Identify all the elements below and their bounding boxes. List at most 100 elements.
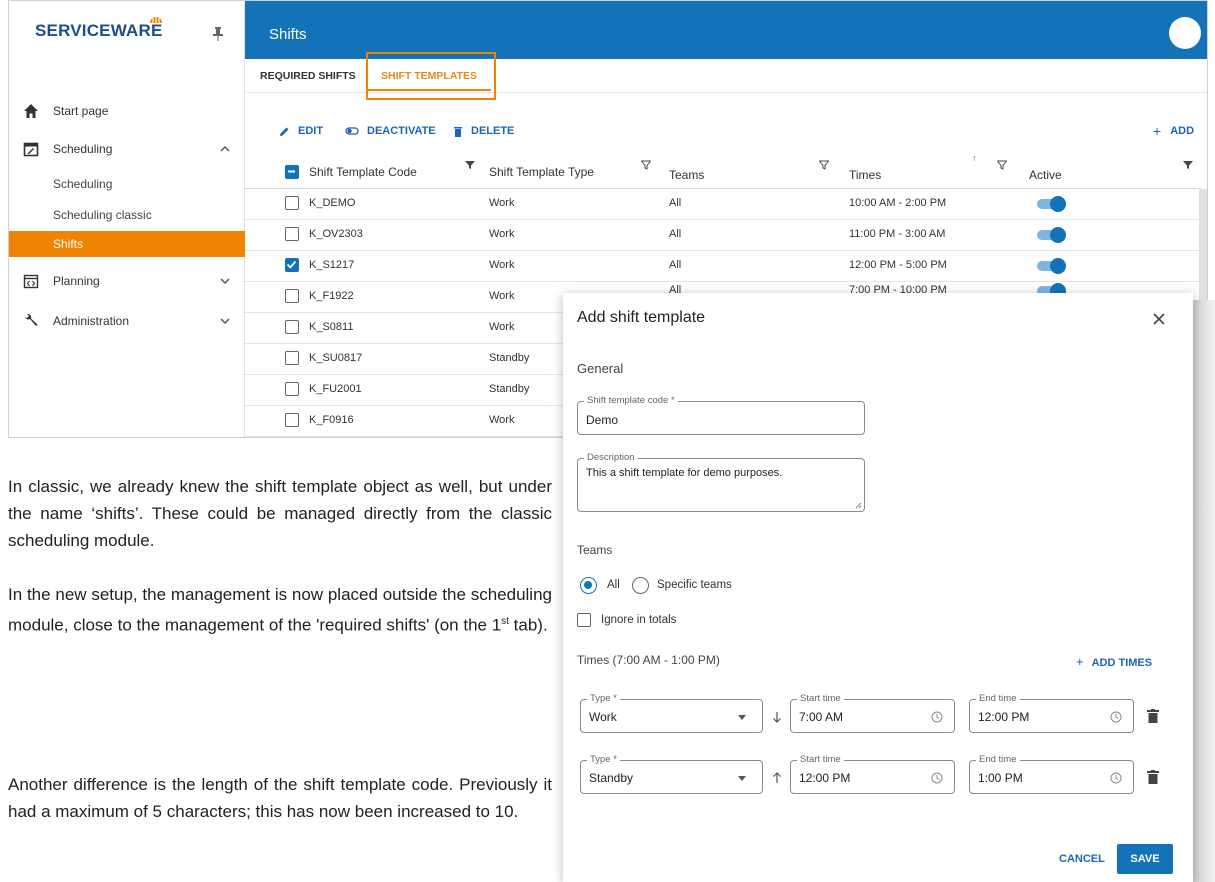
modal-shadow <box>1193 300 1215 882</box>
description-field[interactable]: Description This a shift template for de… <box>577 452 865 512</box>
deactivate-button[interactable]: DEACTIVATE <box>345 121 436 141</box>
start-time-field[interactable]: Start time 12:00 PM <box>790 754 955 794</box>
delete-time-icon[interactable] <box>1147 770 1159 784</box>
save-button[interactable]: SAVE <box>1117 844 1173 874</box>
start-time-value: 12:00 PM <box>799 771 851 785</box>
clock-icon[interactable] <box>931 772 943 784</box>
cell-code: K_OV2303 <box>309 228 363 240</box>
sort-icon[interactable]: ↑ <box>972 153 977 163</box>
clock-icon[interactable] <box>1110 772 1122 784</box>
paragraph-new-setup: In the new setup, the management is now … <box>8 581 552 639</box>
close-icon[interactable] <box>1152 312 1166 326</box>
nav-administration-label: Administration <box>53 314 130 328</box>
column-header-teams[interactable]: Teams <box>669 168 704 182</box>
nav-sub-shifts-label: Shifts <box>53 237 84 251</box>
superscript: st <box>501 616 509 627</box>
active-toggle[interactable] <box>1033 196 1067 212</box>
nav-start-page[interactable]: Start page <box>9 97 245 125</box>
move-down-icon[interactable] <box>772 711 782 723</box>
add-times-button[interactable]: + ADD TIMES <box>1076 654 1152 669</box>
avatar[interactable] <box>1169 17 1201 49</box>
row-checkbox[interactable] <box>285 258 299 272</box>
end-time-label: End time <box>976 693 1020 704</box>
plus-icon: + <box>1076 654 1084 669</box>
delete-button[interactable]: DELETE <box>453 121 514 141</box>
type-select[interactable]: Type * Standby <box>580 754 763 794</box>
pin-icon[interactable] <box>212 27 224 41</box>
cell-type: Work <box>489 228 515 240</box>
paragraph-length: Another difference is the length of the … <box>8 775 552 821</box>
column-header-times[interactable]: Times <box>849 168 881 182</box>
add-button[interactable]: + ADD <box>1153 121 1194 141</box>
calendar-code-icon <box>23 274 39 289</box>
filter-icon[interactable] <box>997 160 1007 170</box>
nav-planning[interactable]: Planning <box>9 267 245 295</box>
column-header-type[interactable]: Shift Template Type <box>489 165 594 179</box>
shift-template-code-field[interactable]: Shift template code * Demo <box>577 395 865 435</box>
filter-icon[interactable] <box>641 160 651 170</box>
column-header-active[interactable]: Active <box>1029 168 1062 182</box>
table-row[interactable]: K_OV2303 Work All 11:00 PM - 3:00 AM <box>245 220 1201 251</box>
home-icon <box>24 104 38 118</box>
table-row[interactable]: K_S1217 Work All 12:00 PM - 5:00 PM <box>245 251 1201 282</box>
row-checkbox[interactable] <box>285 320 299 334</box>
description-label: Description <box>584 452 638 463</box>
start-time-field[interactable]: Start time 7:00 AM <box>790 693 955 733</box>
nav-planning-label: Planning <box>53 274 100 288</box>
nav-sub-shifts[interactable]: Shifts <box>9 231 245 257</box>
end-time-label: End time <box>976 754 1020 765</box>
move-up-icon[interactable] <box>772 772 782 784</box>
filter-active-icon[interactable] <box>465 160 475 170</box>
dropdown-arrow-icon[interactable] <box>738 715 746 720</box>
filter-icon[interactable] <box>819 160 829 170</box>
cell-teams: All <box>669 259 682 271</box>
column-header-code[interactable]: Shift Template Code <box>309 165 417 179</box>
nav-sub-scheduling-classic[interactable]: Scheduling classic <box>9 202 245 228</box>
nav-scheduling[interactable]: Scheduling <box>9 135 245 163</box>
radio-all-label: All <box>607 579 620 591</box>
clock-icon[interactable] <box>931 711 943 723</box>
row-checkbox[interactable] <box>285 351 299 365</box>
active-toggle[interactable] <box>1033 258 1067 274</box>
resize-handle-icon[interactable] <box>855 502 862 509</box>
table-row[interactable]: K_DEMO Work All 10:00 AM - 2:00 PM <box>245 189 1201 220</box>
row-checkbox[interactable] <box>285 413 299 427</box>
nav-sub-scheduling[interactable]: Scheduling <box>9 171 245 197</box>
end-time-field[interactable]: End time 12:00 PM <box>969 693 1134 733</box>
dropdown-arrow-icon[interactable] <box>738 776 746 781</box>
sidebar: SERVICEWARE Start page Scheduling Schedu… <box>9 1 245 437</box>
active-toggle[interactable] <box>1033 227 1067 243</box>
cell-code: K_S0811 <box>309 321 354 333</box>
dialog-title: Add shift template <box>577 309 706 326</box>
tab-required-shifts[interactable]: REQUIRED SHIFTS <box>260 70 356 82</box>
cell-code: K_DEMO <box>309 197 356 209</box>
ignore-in-totals-label: Ignore in totals <box>601 614 677 626</box>
cell-type: Standby <box>489 383 530 395</box>
paragraph-new-setup-text: In the new setup, the management is now … <box>8 585 552 635</box>
delete-time-icon[interactable] <box>1147 709 1159 723</box>
nav-administration[interactable]: Administration <box>9 307 245 335</box>
chevron-down-icon[interactable] <box>219 275 231 287</box>
end-time-field[interactable]: End time 1:00 PM <box>969 754 1134 794</box>
select-all-checkbox[interactable] <box>285 165 299 179</box>
filter-active-icon[interactable] <box>1183 160 1193 170</box>
row-checkbox[interactable] <box>285 227 299 241</box>
radio-specific-teams-label: Specific teams <box>657 579 732 591</box>
row-checkbox[interactable] <box>285 196 299 210</box>
row-checkbox[interactable] <box>285 289 299 303</box>
section-teams: Teams <box>577 543 613 557</box>
cancel-button[interactable]: CANCEL <box>1059 853 1105 865</box>
logo-sun-icon <box>150 17 162 23</box>
chevron-up-icon[interactable] <box>219 143 231 155</box>
edit-button[interactable]: EDIT <box>279 121 323 141</box>
clock-icon[interactable] <box>1110 711 1122 723</box>
cell-type: Standby <box>489 352 530 364</box>
type-select[interactable]: Type * Work <box>580 693 763 733</box>
radio-all[interactable] <box>580 577 597 594</box>
ignore-in-totals-checkbox[interactable] <box>577 613 591 627</box>
chevron-down-icon[interactable] <box>219 315 231 327</box>
row-checkbox[interactable] <box>285 382 299 396</box>
calendar-edit-icon <box>23 142 39 157</box>
radio-specific-teams[interactable] <box>632 577 649 594</box>
plus-icon: + <box>1153 123 1162 139</box>
